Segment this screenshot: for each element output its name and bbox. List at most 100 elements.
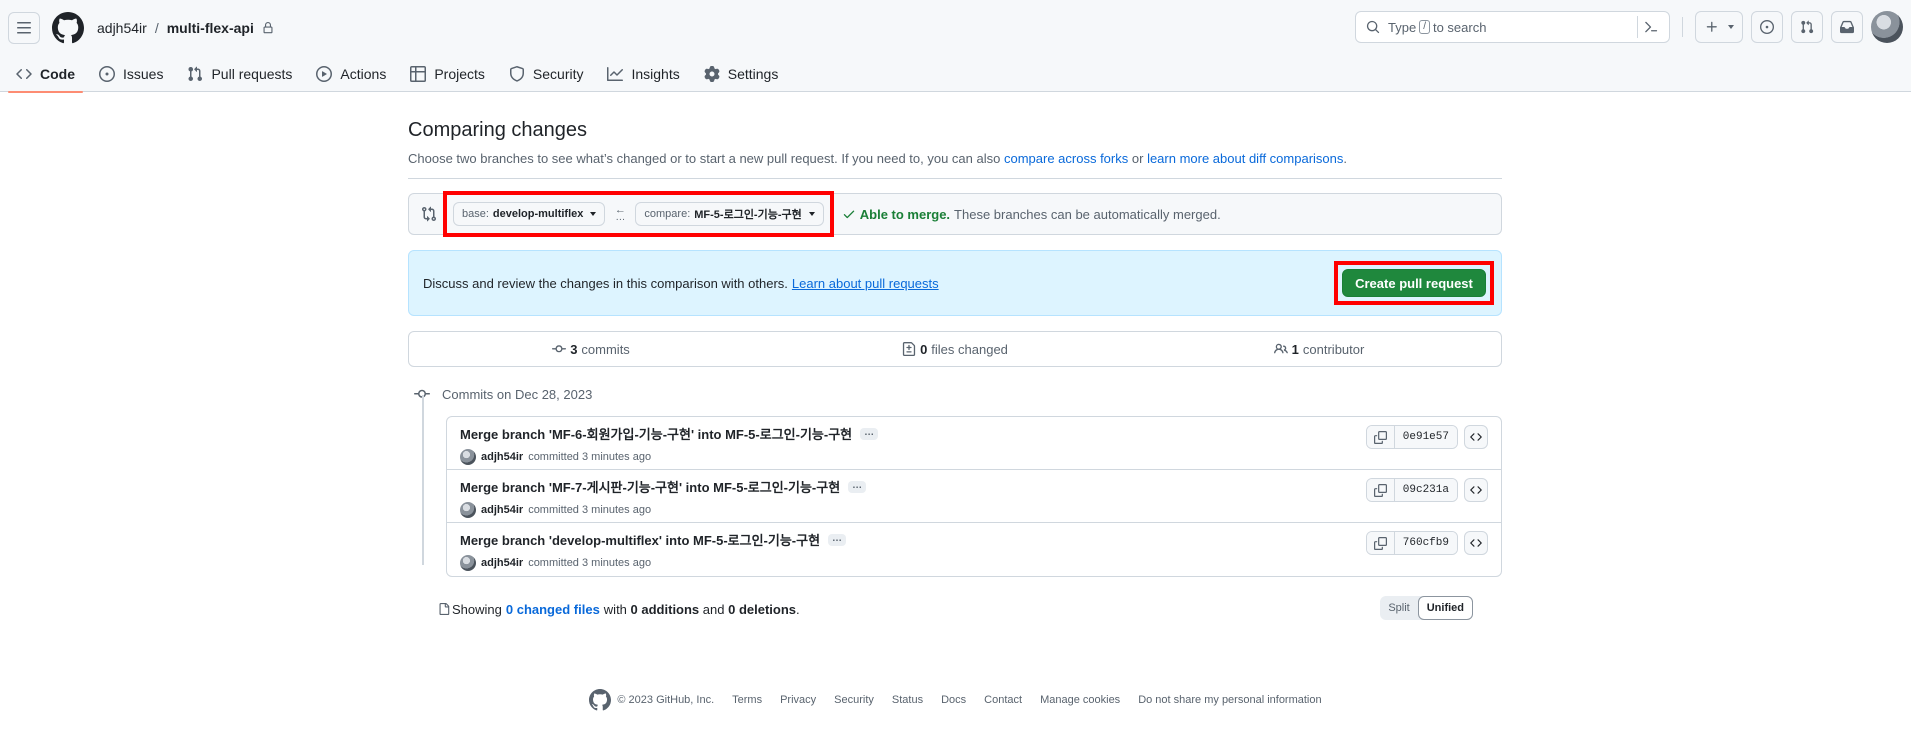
commit-timeline: Commits on Dec 28, 2023 Merge branch 'MF… — [408, 383, 1502, 577]
chevron-down-icon — [590, 212, 597, 216]
footer-link-security[interactable]: Security — [834, 694, 874, 706]
stat-contributors[interactable]: 1 contributor — [1137, 342, 1501, 357]
footer-link-status[interactable]: Status — [892, 694, 923, 706]
tab-code[interactable]: Code — [8, 55, 83, 93]
copy-icon — [1373, 483, 1387, 497]
summary-end: . — [796, 601, 800, 617]
merge-detail-text: These branches can be automatically merg… — [954, 206, 1221, 222]
branch-selectors-highlight: base: develop-multiflex ←… compare: MF-5… — [443, 191, 834, 237]
browse-repo-button[interactable] — [1464, 478, 1488, 502]
commit-author[interactable]: adjh54ir — [481, 504, 523, 516]
browse-repo-button[interactable] — [1464, 531, 1488, 555]
breadcrumb-repo-link[interactable]: multi-flex-api — [167, 20, 254, 36]
tab-security[interactable]: Security — [501, 55, 592, 92]
base-branch-select[interactable]: base: develop-multiflex — [453, 202, 606, 226]
commit-title-link[interactable]: Merge branch 'MF-6-회원가입-기능-구현' into MF-5… — [460, 424, 852, 443]
search-input[interactable]: Type / to search — [1355, 11, 1670, 43]
github-mark-icon[interactable] — [589, 689, 612, 711]
expand-message-button[interactable]: … — [860, 427, 879, 440]
gear-icon — [704, 65, 720, 82]
command-palette-button[interactable] — [1637, 16, 1663, 38]
commit-time: committed 3 minutes ago — [528, 504, 652, 516]
range-editor: base: develop-multiflex ←… compare: MF-5… — [408, 191, 1502, 237]
subtitle-or: or — [1131, 151, 1144, 166]
learn-pull-requests-link[interactable]: Learn about pull requests — [792, 276, 939, 291]
split-view-button[interactable]: Split — [1380, 596, 1417, 620]
tab-issues[interactable]: Issues — [91, 55, 171, 92]
footer-link-terms[interactable]: Terms — [732, 694, 762, 706]
commit-title-link[interactable]: Merge branch 'MF-7-게시판-기능-구현' into MF-5-… — [460, 477, 840, 496]
create-pull-request-button[interactable]: Create pull request — [1342, 269, 1486, 297]
commit-author[interactable]: adjh54ir — [481, 557, 523, 569]
tab-pull-requests[interactable]: Pull requests — [179, 55, 300, 92]
learn-diff-link[interactable]: learn more about diff comparisons — [1147, 151, 1343, 166]
footer-link-privacy[interactable]: Privacy — [780, 694, 816, 706]
table-icon — [410, 65, 427, 82]
copy-sha-button[interactable] — [1366, 479, 1395, 501]
expand-message-button[interactable]: … — [848, 480, 867, 493]
divider — [408, 178, 1502, 179]
tab-settings[interactable]: Settings — [696, 55, 787, 92]
swap-arrow-icon: ←… — [614, 204, 626, 223]
footer-link-docs[interactable]: Docs — [941, 694, 966, 706]
tab-actions[interactable]: Actions — [308, 55, 394, 92]
stat-commits[interactable]: 3 commits — [409, 342, 773, 357]
compare-branch-select[interactable]: compare: MF-5-로그인-기능-구현 — [635, 202, 824, 226]
author-avatar[interactable] — [460, 555, 476, 571]
commit-row: Merge branch 'MF-6-회원가입-기능-구현' into MF-5… — [447, 417, 1501, 470]
search-placeholder-prefix: Type — [1388, 19, 1417, 35]
discuss-text: Discuss and review the changes in this c… — [423, 275, 788, 291]
chevron-down-icon — [1727, 25, 1734, 29]
changed-files-link[interactable]: 0 changed files — [506, 602, 600, 617]
browse-repo-button[interactable] — [1464, 425, 1488, 449]
commit-list: Merge branch 'MF-6-회원가입-기능-구현' into MF-5… — [446, 416, 1502, 577]
menu-button[interactable] — [8, 11, 40, 44]
merge-status: Able to merge. These branches can be aut… — [842, 207, 1221, 222]
footer-link-do-not-share[interactable]: Do not share my personal information — [1138, 694, 1321, 706]
github-logo-icon[interactable] — [52, 11, 84, 44]
repo-nav: Code Issues Pull requests Actions Projec… — [8, 55, 794, 93]
showing-label: Showing — [452, 601, 502, 617]
code-icon — [1470, 433, 1482, 441]
compare-stats: 3 commits 0 files changed 1 contributor — [408, 331, 1502, 367]
copy-sha-button[interactable] — [1366, 532, 1395, 554]
tab-insights[interactable]: Insights — [599, 55, 687, 92]
commit-sha-link[interactable]: 0e91e57 — [1394, 426, 1457, 448]
commit-sha-link[interactable]: 09c231a — [1394, 479, 1457, 501]
expand-message-button[interactable]: … — [828, 533, 847, 546]
copy-sha-button[interactable] — [1366, 426, 1395, 448]
issues-button[interactable] — [1751, 11, 1783, 43]
footer-link-manage-cookies[interactable]: Manage cookies — [1040, 694, 1120, 706]
create-new-button[interactable] — [1695, 11, 1743, 43]
pull-requests-button[interactable] — [1791, 11, 1823, 43]
commits-label: commits — [581, 341, 630, 357]
user-avatar[interactable] — [1871, 11, 1903, 43]
tab-projects[interactable]: Projects — [402, 55, 493, 92]
pull-request-icon — [1801, 20, 1814, 34]
and-label: and — [702, 601, 725, 617]
lock-icon — [263, 21, 273, 33]
unified-view-button[interactable]: Unified — [1417, 596, 1473, 620]
commit-author[interactable]: adjh54ir — [481, 451, 523, 463]
play-icon — [316, 65, 333, 82]
hamburger-icon — [17, 21, 31, 33]
commit-sha-link[interactable]: 760cfb9 — [1394, 532, 1457, 554]
commit-title-link[interactable]: Merge branch 'develop-multiflex' into MF… — [460, 530, 820, 549]
base-label: base: — [462, 208, 489, 220]
author-avatar[interactable] — [460, 449, 476, 465]
compare-across-forks-link[interactable]: compare across forks — [1004, 151, 1128, 166]
author-avatar[interactable] — [460, 502, 476, 518]
compare-label: compare: — [644, 208, 691, 220]
inbox-button[interactable] — [1831, 11, 1863, 43]
tab-security-label: Security — [532, 65, 584, 82]
stat-files-changed[interactable]: 0 files changed — [773, 342, 1137, 357]
git-compare-icon — [422, 206, 437, 222]
breadcrumb-owner-link[interactable]: adjh54ir — [97, 20, 147, 36]
plus-icon — [1706, 21, 1717, 32]
commit-icon — [552, 345, 567, 353]
page-subtitle: Choose two branches to see what’s change… — [408, 151, 1502, 166]
breadcrumb: adjh54ir / multi-flex-api — [97, 20, 274, 36]
issue-icon — [99, 65, 115, 82]
files-count: 0 — [920, 341, 928, 357]
footer-link-contact[interactable]: Contact — [984, 694, 1022, 706]
